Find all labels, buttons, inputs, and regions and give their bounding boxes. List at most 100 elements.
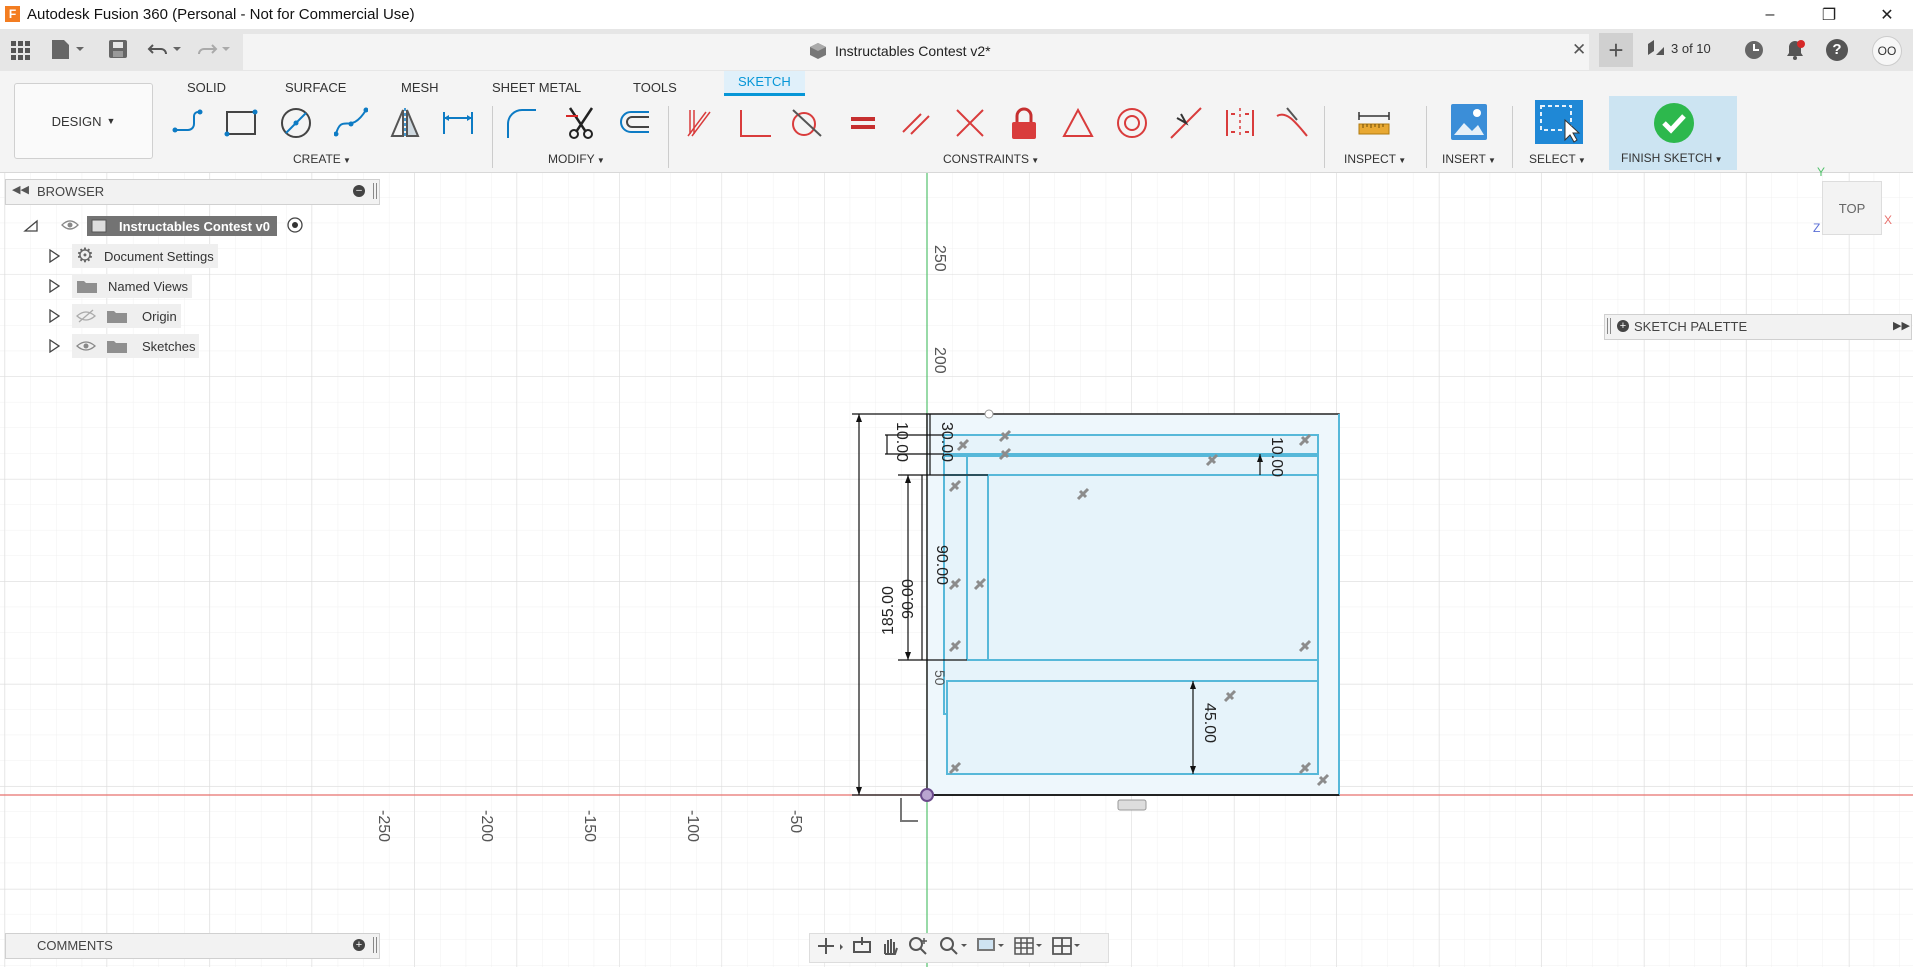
perpendicular-constraint-icon[interactable] <box>737 106 771 140</box>
expand-panel-icon[interactable]: + <box>1617 320 1629 332</box>
comments-panel-header[interactable]: COMMENTS + <box>5 933 380 959</box>
browser-item-named-views[interactable]: Named Views <box>48 273 192 299</box>
undo-icon[interactable] <box>147 39 183 64</box>
apps-grid-icon[interactable] <box>10 40 30 65</box>
expand-triangle-icon[interactable] <box>48 279 60 293</box>
dimension-label[interactable]: 185.00 <box>880 586 898 635</box>
document-tab[interactable]: Instructables Contest v2* ✕ <box>243 34 1589 70</box>
close-tab-icon[interactable]: ✕ <box>1572 40 1586 60</box>
hidden-eye-icon[interactable] <box>76 309 96 323</box>
panel-grip-icon[interactable] <box>373 937 377 953</box>
user-avatar[interactable]: OO <box>1872 36 1902 66</box>
sketch-canvas[interactable]: -250 -200 -150 -100 -50 250 200 50 10.00… <box>0 165 1913 967</box>
constraints-menu[interactable]: CONSTRAINTS ▼ <box>943 152 1039 166</box>
display-settings-icon[interactable] <box>976 936 1006 961</box>
visibility-eye-icon[interactable] <box>61 219 79 234</box>
fix-constraint-lock-icon[interactable] <box>1007 106 1041 140</box>
pan-hand-icon[interactable] <box>880 936 900 961</box>
sketch-dimension-tool-icon[interactable] <box>441 106 475 140</box>
insert-menu[interactable]: INSERT ▼ <box>1442 152 1496 166</box>
collinear-constraint-icon[interactable] <box>953 106 987 140</box>
create-menu[interactable]: CREATE ▼ <box>293 152 351 166</box>
circle-tool-icon[interactable] <box>279 106 313 140</box>
dimension-label[interactable]: 10.00 <box>892 422 910 462</box>
dimension-label[interactable]: 90.00 <box>932 545 950 585</box>
minimize-button[interactable]: – <box>1747 0 1793 29</box>
tab-sketch[interactable]: SKETCH <box>724 71 805 96</box>
close-window-button[interactable]: ✕ <box>1864 0 1910 29</box>
equal-constraint-icon[interactable] <box>846 106 880 140</box>
collapse-triangle-icon[interactable] <box>23 219 39 233</box>
browser-item-sketches[interactable]: Sketches <box>48 333 200 359</box>
trim-tool-icon[interactable] <box>564 106 598 140</box>
curvature-constraint-icon[interactable] <box>1275 106 1309 140</box>
panel-grip-icon[interactable] <box>1607 318 1611 334</box>
coincident-constraint-icon[interactable] <box>684 106 718 140</box>
spline-tool-icon[interactable] <box>334 106 368 140</box>
notifications-bell-icon[interactable] <box>1784 39 1806 66</box>
help-icon[interactable]: ? <box>1826 39 1848 61</box>
collapse-panel-icon[interactable]: ▶▶ <box>1893 319 1910 332</box>
clock-icon[interactable] <box>1743 39 1765 66</box>
offset-tool-icon[interactable] <box>617 106 651 140</box>
parallel-constraint-icon[interactable] <box>899 106 933 140</box>
browser-panel-header[interactable]: ◀◀ BROWSER – <box>5 179 380 205</box>
triangle-constraint-icon[interactable] <box>1061 106 1095 140</box>
insert-image-icon[interactable] <box>1450 103 1488 141</box>
viewcube[interactable]: TOP Y X Z <box>1813 165 1900 239</box>
minimize-panel-icon[interactable]: – <box>353 185 365 197</box>
tab-surface[interactable]: SURFACE <box>285 80 346 95</box>
expand-triangle-icon[interactable] <box>48 309 60 323</box>
fit-zoom-icon[interactable] <box>938 936 968 961</box>
zoom-icon[interactable] <box>908 936 930 961</box>
expand-triangle-icon[interactable] <box>48 249 60 263</box>
browser-root-label: Instructables Contest v0 <box>119 218 270 234</box>
expand-panel-icon[interactable]: + <box>353 939 365 951</box>
job-status-button[interactable]: 3 of 10 <box>1646 38 1711 58</box>
redo-icon[interactable] <box>196 39 232 64</box>
browser-item-document-settings[interactable]: ⚙ Document Settings <box>48 243 218 269</box>
activate-radio-icon[interactable] <box>287 216 303 236</box>
browser-root-node[interactable]: Instructables Contest v0 <box>87 216 277 236</box>
grid-settings-icon[interactable] <box>1014 936 1044 961</box>
tab-tools[interactable]: TOOLS <box>633 80 677 95</box>
viewports-icon[interactable] <box>1052 936 1082 961</box>
new-tab-button[interactable]: + <box>1599 33 1633 67</box>
mirror-tool-icon[interactable] <box>388 106 422 140</box>
rectangle-tool-icon[interactable] <box>224 106 258 140</box>
tab-solid[interactable]: SOLID <box>187 80 226 95</box>
midpoint-constraint-icon[interactable] <box>1169 106 1203 140</box>
line-tool-icon[interactable] <box>172 106 206 140</box>
symmetry-constraint-icon[interactable] <box>1223 106 1257 140</box>
measure-tool-icon[interactable] <box>1357 106 1391 140</box>
expand-triangle-icon[interactable] <box>48 339 60 353</box>
select-menu[interactable]: SELECT ▼ <box>1529 152 1586 166</box>
browser-item-origin[interactable]: Origin <box>48 303 181 329</box>
tab-sheet-metal[interactable]: SHEET METAL <box>492 80 581 95</box>
modify-menu[interactable]: MODIFY ▼ <box>548 152 605 166</box>
collapse-panel-icon[interactable]: ◀◀ <box>12 183 29 196</box>
sketch-palette-header[interactable]: + SKETCH PALETTE ▶▶ <box>1604 314 1912 340</box>
fillet-tool-icon[interactable] <box>504 106 538 140</box>
dimension-label[interactable]: 30.00 <box>937 422 955 462</box>
select-tool-icon[interactable] <box>1535 100 1583 144</box>
browser-root-row[interactable]: Instructables Contest v0 <box>23 213 303 239</box>
comments-title: COMMENTS <box>37 938 113 953</box>
dimension-label[interactable]: 45.00 <box>1200 703 1218 743</box>
look-at-icon[interactable] <box>852 936 872 961</box>
inspect-menu[interactable]: INSPECT ▼ <box>1344 152 1406 166</box>
workspace-switcher[interactable]: DESIGN ▼ <box>14 83 153 159</box>
visibility-eye-icon[interactable] <box>76 339 96 353</box>
viewcube-top-face[interactable]: TOP <box>1822 181 1882 235</box>
panel-grip-icon[interactable] <box>373 183 377 199</box>
finish-sketch-button[interactable]: FINISH SKETCH ▼ <box>1609 96 1737 170</box>
tab-mesh[interactable]: MESH <box>401 80 439 95</box>
restore-button[interactable]: ❐ <box>1806 0 1852 29</box>
save-icon[interactable] <box>108 39 128 64</box>
dimension-label[interactable]: 10.00 <box>1267 437 1285 477</box>
file-menu-icon[interactable] <box>50 38 86 65</box>
tangent-constraint-icon[interactable] <box>789 106 823 140</box>
dimension-label[interactable]: 90.00 <box>900 579 918 619</box>
orbit-icon[interactable] <box>816 936 844 961</box>
concentric-constraint-icon[interactable] <box>1115 106 1149 140</box>
